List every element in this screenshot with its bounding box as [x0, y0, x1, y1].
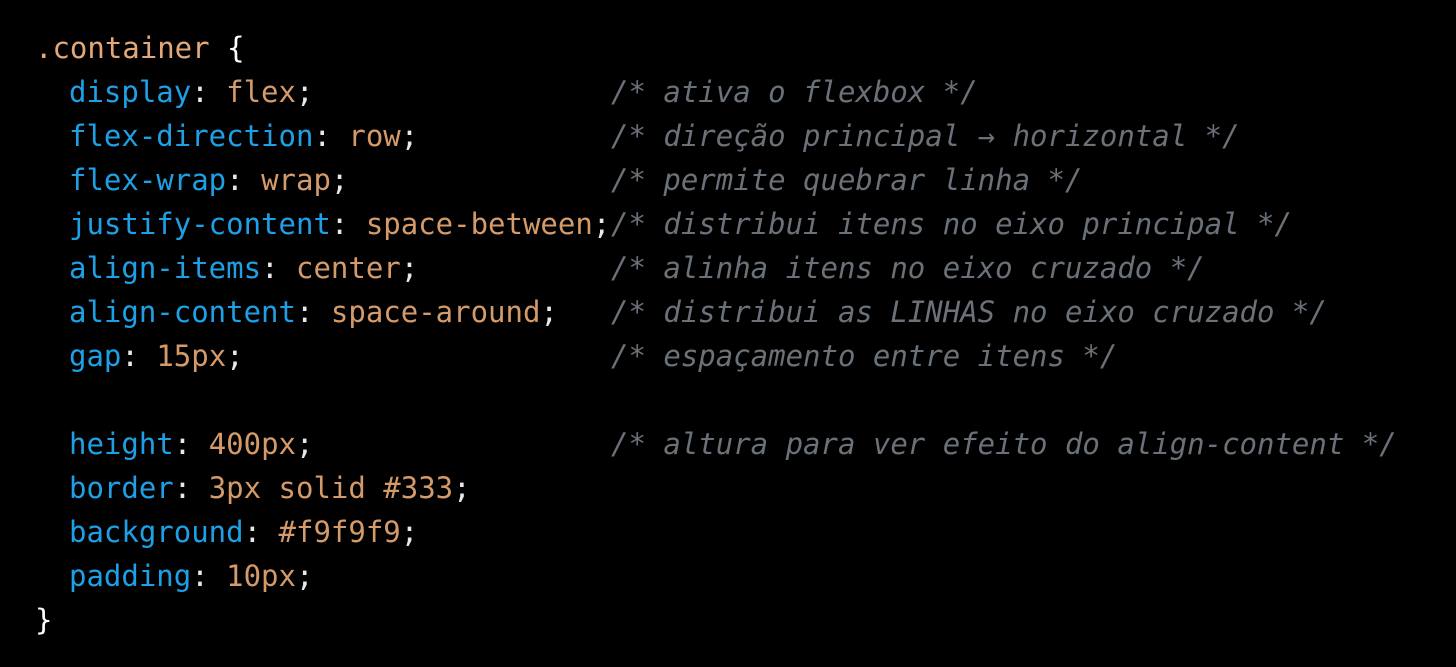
css-comment: /* distribui itens no eixo principal */ — [611, 207, 1292, 241]
css-property: background — [69, 515, 244, 549]
css-comment: /* altura para ver efeito do align-conte… — [611, 427, 1397, 461]
code-line: align-items: center;/* alinha itens no e… — [0, 246, 1456, 290]
code-block: .container { display: flex;/* ativa o fl… — [0, 0, 1456, 667]
css-value: space-between — [365, 207, 593, 241]
css-property: flex-wrap — [69, 163, 227, 197]
code-line: gap: 15px;/* espaçamento entre itens */ — [0, 334, 1456, 378]
css-value: #f9f9f9 — [278, 515, 401, 549]
css-comment: /* permite quebrar linha */ — [611, 163, 1083, 197]
css-value: flex — [226, 75, 296, 109]
css-value: center — [295, 251, 401, 285]
css-value: 3px solid #333 — [208, 471, 454, 505]
open-brace: { — [227, 31, 245, 65]
css-value: 10px — [226, 559, 296, 593]
css-value: 15px — [156, 339, 227, 373]
css-comment: /* espaçamento entre itens */ — [611, 339, 1118, 373]
code-line: border: 3px solid #333; — [69, 471, 471, 505]
css-comment: /* distribui as LINHAS no eixo cruzado *… — [611, 295, 1327, 329]
code-line: background: #f9f9f9; — [69, 515, 419, 549]
code-line: justify-content: space-between;/* distri… — [0, 202, 1456, 246]
css-property: padding — [69, 559, 192, 593]
css-value: space-around — [330, 295, 541, 329]
css-property: align-content — [69, 295, 296, 329]
css-value: wrap — [261, 163, 331, 197]
code-line: flex-wrap: wrap;/* permite quebrar linha… — [0, 158, 1456, 202]
css-property: gap — [69, 339, 122, 373]
css-comment: /* ativa o flexbox */ — [611, 75, 978, 109]
code-line-selector: .container { — [0, 26, 1456, 70]
css-value: 400px — [208, 427, 296, 461]
code-line: display: flex;/* ativa o flexbox */ — [0, 70, 1456, 114]
css-property: justify-content — [69, 207, 331, 241]
code-line: padding: 10px; — [69, 559, 314, 593]
css-property: height — [69, 427, 174, 461]
code-line: height: 400px;/* altura para ver efeito … — [0, 422, 1456, 466]
css-value: row — [348, 119, 401, 153]
css-property: flex-direction — [69, 119, 314, 153]
code-line: align-content: space-around;/* distribui… — [0, 290, 1456, 334]
css-property: display — [69, 75, 192, 109]
css-property: border — [69, 471, 174, 505]
close-brace: } — [35, 603, 53, 637]
css-comment: /* direção principal → horizontal */ — [611, 119, 1240, 153]
code-line: flex-direction: row;/* direção principal… — [0, 114, 1456, 158]
css-comment: /* alinha itens no eixo cruzado */ — [611, 251, 1205, 285]
code-line-close: } — [0, 598, 1456, 642]
css-property: align-items — [69, 251, 262, 285]
css-selector: .container — [35, 31, 210, 65]
